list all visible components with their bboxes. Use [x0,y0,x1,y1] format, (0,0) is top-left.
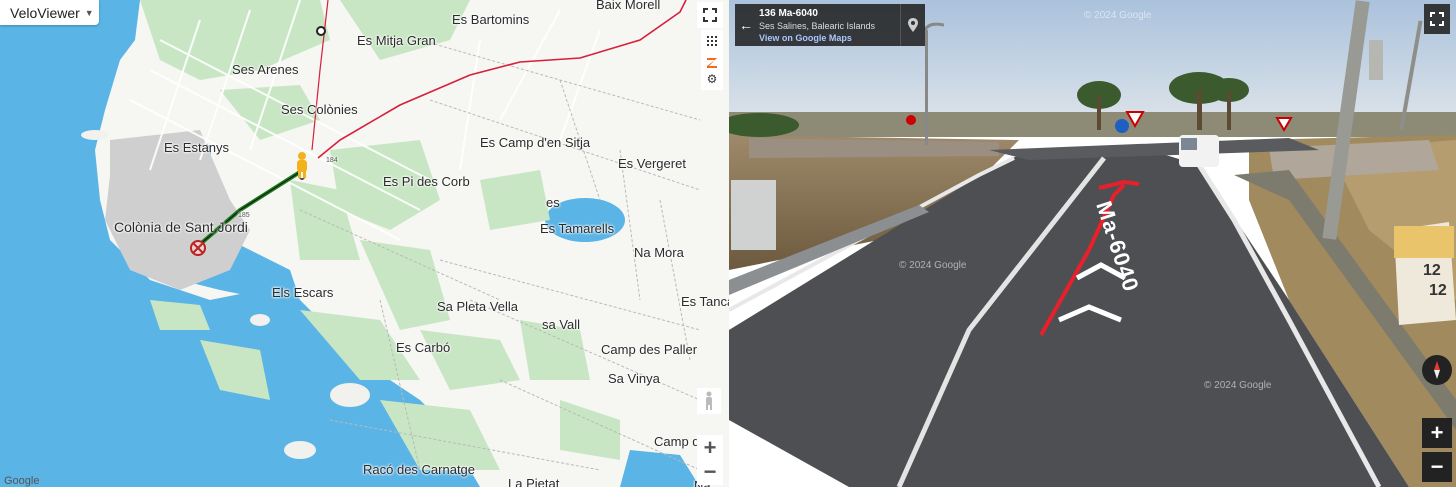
watermark: © 2024 Google [1204,380,1272,391]
place-label: Racó des Carnatge [363,462,476,477]
streetview-fullscreen-button[interactable] [1424,4,1450,34]
map-type-label: VeloViewer [10,4,80,21]
place-label-town: Colònia de Sant Jordi [114,219,248,235]
place-label: Ses Arenes [232,62,299,77]
road-number-184: 184 [326,157,338,164]
watermark: © 2024 Google [1084,10,1152,21]
gear-icon: ⚙ [706,72,718,86]
place-label: sa Vall [542,317,581,332]
place-label: Es Carbó [396,340,451,355]
place-label: es [546,195,560,210]
waypoint-marker [316,26,326,36]
address-subtitle: Ses Salines, Balearic Islands [759,21,876,31]
place-label: Es Bartomins [452,12,530,27]
place-label: Es Vergeret [618,156,686,171]
streetview-image[interactable] [729,0,1456,487]
location-pin-button[interactable] [900,4,925,46]
fullscreen-button[interactable] [697,2,723,28]
place-label: Es Mitja Gran [357,33,436,48]
place-label: Es Camp d'en Sitja [480,135,591,150]
map-pin-icon [908,18,918,32]
milestone-number-bottom: 12 [1429,282,1447,299]
address-info: 136 Ma-6040 Ses Salines, Balearic Island… [757,4,900,46]
back-button[interactable]: ← [735,4,757,46]
map-type-switcher[interactable]: VeloViewer ▼ [0,0,99,25]
arrow-left-icon: ← [739,17,753,33]
map-pane[interactable]: 184 185 Baix Morell Es Bartomins Es Mitj… [0,0,729,487]
grid-button[interactable] [701,30,723,52]
compass-button[interactable] [1422,355,1452,385]
streetview-pegman-button[interactable] [697,388,721,414]
map-zoom-out-button[interactable]: − [697,459,723,485]
place-label: Sa Pleta Vella [437,299,518,314]
streetview-zoom-out-button[interactable]: − [1422,452,1452,482]
view-on-google-maps-link[interactable]: View on Google Maps [759,32,898,44]
place-label: Sa Vinya [608,371,660,386]
milestone-number-top: 12 [1423,262,1441,279]
pegman-marker-icon[interactable] [294,152,310,180]
streetview-zoom-in-button[interactable]: + [1422,418,1452,448]
place-label: Es Pi des Corb [383,174,470,189]
fullscreen-icon [703,8,717,22]
place-label: Es Tamarells [540,221,615,236]
place-label: Els Escars [272,285,334,300]
streetview-attribution: Google [733,475,769,487]
watermark: © 2024 Google [899,260,967,271]
place-label: Baix Morell [596,0,661,12]
place-label: Es Tanca [681,294,729,309]
settings-button[interactable]: ⚙ [701,68,723,90]
grid-icon [707,36,717,46]
compass-icon [1434,361,1440,379]
streetview-pane[interactable]: Ma-6040 12 12 © 2024 Google © 2024 Googl… [729,0,1456,487]
place-label: La Pietat [508,476,560,487]
address-title: 136 Ma-6040 [759,8,818,19]
place-label: Ses Colònies [281,102,358,117]
map-attribution: Google [4,475,40,487]
place-label: Na Mora [634,245,684,260]
chevron-down-icon: ▼ [84,7,94,18]
pegman-icon [706,391,712,410]
streetview-address-panel: ← 136 Ma-6040 Ses Salines, Balearic Isla… [735,4,925,46]
map-canvas[interactable] [0,0,729,487]
road-number-185: 185 [238,212,250,219]
fullscreen-icon [1430,12,1444,26]
place-label: Camp des Paller [601,342,698,357]
place-label: Es Estanys [164,140,230,155]
map-zoom-in-button[interactable]: + [697,435,723,461]
